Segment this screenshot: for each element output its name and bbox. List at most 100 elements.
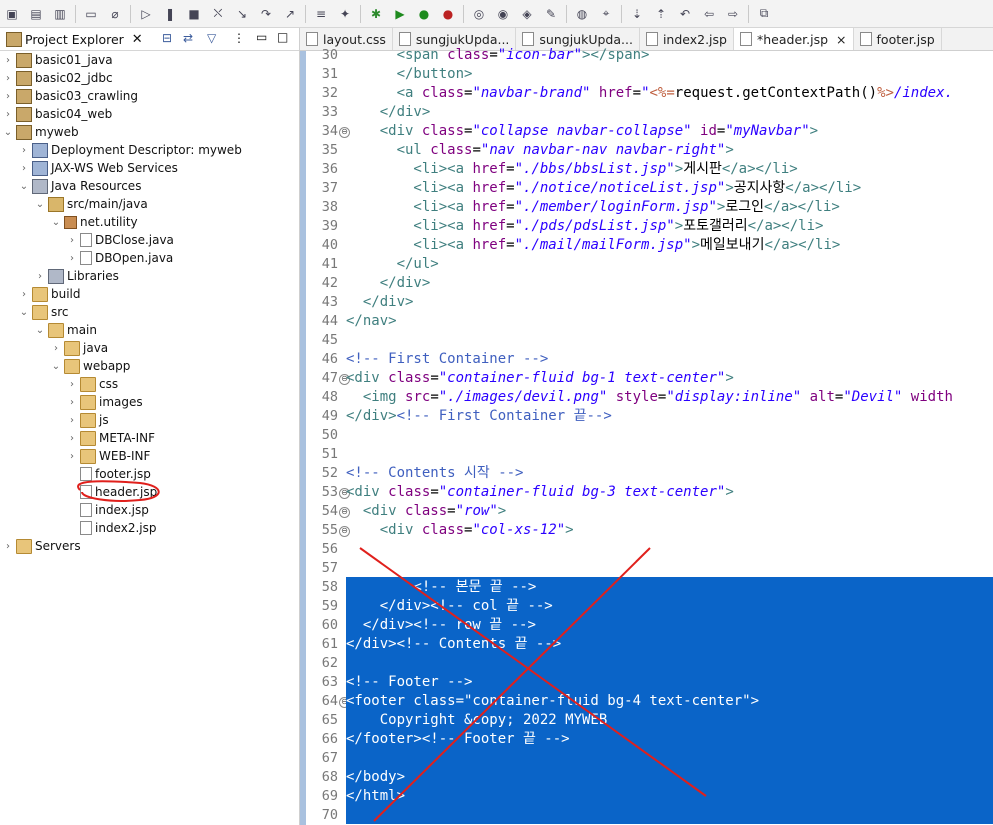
tree-item[interactable]: › java bbox=[50, 339, 108, 357]
save-all-icon[interactable]: ▥ bbox=[52, 6, 68, 22]
line-number: 65 bbox=[321, 712, 338, 728]
separator bbox=[621, 4, 622, 23]
expand-toggle-icon[interactable]: ⌄ bbox=[50, 217, 62, 228]
debug-icon[interactable]: ✱ bbox=[368, 6, 384, 22]
line-number: 31 bbox=[321, 66, 338, 82]
expand-toggle-icon[interactable]: › bbox=[66, 433, 78, 444]
tree-item[interactable]: › css bbox=[66, 375, 118, 393]
tab-project-explorer[interactable]: Project Explorer ✕ bbox=[0, 28, 147, 50]
maximize-icon[interactable]: □ bbox=[277, 30, 288, 44]
tree-item[interactable]: ⌄ src/main/java bbox=[34, 195, 148, 213]
expand-toggle-icon[interactable]: › bbox=[18, 145, 30, 156]
tree-item[interactable]: › js bbox=[66, 411, 109, 429]
step-into-icon[interactable]: ↘ bbox=[234, 6, 250, 22]
use-step-filters-icon[interactable]: ≡ bbox=[313, 6, 329, 22]
expand-toggle-icon[interactable]: › bbox=[50, 343, 62, 354]
run-last-icon[interactable]: ● bbox=[416, 6, 432, 22]
tree-item[interactable]: › images bbox=[66, 393, 143, 411]
expand-toggle-icon[interactable]: › bbox=[66, 415, 78, 426]
tree-item[interactable]: › JAX-WS Web Services bbox=[18, 159, 178, 177]
code-text-area[interactable]: <span class="icon-bar"></span> </button>… bbox=[346, 47, 993, 825]
skip-breakpoints-icon[interactable]: ⌀ bbox=[107, 6, 123, 22]
tree-item[interactable]: › DBOpen.java bbox=[66, 249, 173, 267]
tree-item[interactable]: ⌄ net.utility bbox=[50, 213, 138, 231]
tree-item[interactable]: › Libraries bbox=[34, 267, 119, 285]
expand-toggle-icon[interactable]: ⌄ bbox=[18, 307, 30, 318]
close-icon[interactable]: ✕ bbox=[132, 32, 143, 47]
tree-item[interactable]: header.jsp bbox=[66, 483, 157, 501]
tree-item[interactable]: › basic04_web bbox=[2, 105, 112, 123]
editor-tab[interactable]: index2.jsp bbox=[640, 28, 734, 50]
expand-toggle-icon[interactable]: › bbox=[2, 91, 14, 102]
back-icon[interactable]: ⇦ bbox=[701, 6, 717, 22]
expand-toggle-icon[interactable]: › bbox=[66, 253, 78, 264]
open-perspective-icon[interactable]: ⧉ bbox=[756, 6, 772, 22]
expand-toggle-icon[interactable]: ⌄ bbox=[50, 361, 62, 372]
wizard-icon[interactable]: ✦ bbox=[337, 6, 353, 22]
tree-item[interactable]: ⌄ src bbox=[18, 303, 69, 321]
expand-toggle-icon[interactable]: › bbox=[34, 271, 46, 282]
minimize-icon[interactable]: ▭ bbox=[256, 30, 267, 44]
expand-toggle-icon[interactable]: › bbox=[2, 73, 14, 84]
disconnect-icon[interactable]: ⛌ bbox=[210, 6, 226, 22]
tree-item[interactable]: › build bbox=[18, 285, 81, 303]
expand-toggle-icon[interactable]: › bbox=[66, 451, 78, 462]
last-edit-location-icon[interactable]: ↶ bbox=[677, 6, 693, 22]
new-icon[interactable]: ▣ bbox=[4, 6, 20, 22]
step-return-icon[interactable]: ↗ bbox=[282, 6, 298, 22]
expand-toggle-icon[interactable]: › bbox=[18, 163, 30, 174]
collapse-all-icon[interactable]: ⊟ bbox=[162, 31, 172, 45]
next-annotation-icon[interactable]: ⇣ bbox=[629, 6, 645, 22]
line-number: 47 bbox=[321, 370, 338, 386]
tree-item[interactable]: › WEB-INF bbox=[66, 447, 150, 465]
expand-toggle-icon[interactable]: › bbox=[66, 397, 78, 408]
tree-item[interactable]: › basic03_crawling bbox=[2, 87, 138, 105]
open-type-icon[interactable]: ◈ bbox=[519, 6, 535, 22]
save-icon[interactable]: ▤ bbox=[28, 6, 44, 22]
tree-item[interactable]: › DBClose.java bbox=[66, 231, 174, 249]
filter-icon[interactable]: ▽ bbox=[207, 31, 216, 45]
console-icon[interactable]: ▭ bbox=[83, 6, 99, 22]
editor-tab[interactable]: *header.jsp × bbox=[733, 28, 854, 50]
resume-icon[interactable]: ▷ bbox=[138, 6, 154, 22]
expand-toggle-icon[interactable]: › bbox=[2, 541, 14, 552]
open-task-icon[interactable]: ✎ bbox=[543, 6, 559, 22]
expand-toggle-icon[interactable]: ⌄ bbox=[34, 199, 46, 210]
forward-icon[interactable]: ⇨ bbox=[725, 6, 741, 22]
expand-toggle-icon[interactable]: › bbox=[66, 235, 78, 246]
view-menu-icon[interactable]: ⋮ bbox=[233, 31, 245, 45]
tree-item[interactable]: › META-INF bbox=[66, 429, 155, 447]
new-server-icon[interactable]: ◎ bbox=[471, 6, 487, 22]
tree-item[interactable]: › Servers bbox=[2, 537, 81, 555]
globe-icon[interactable]: ◍ bbox=[574, 6, 590, 22]
tree-item[interactable]: › basic01_java bbox=[2, 51, 113, 69]
tree-item[interactable]: › basic02_jdbc bbox=[2, 69, 113, 87]
expand-toggle-icon[interactable]: ⌄ bbox=[34, 325, 46, 336]
pin-editor-icon[interactable]: ⌖ bbox=[598, 6, 614, 22]
expand-toggle-icon[interactable]: › bbox=[2, 109, 14, 120]
tree-item[interactable]: › Deployment Descriptor: myweb bbox=[18, 141, 242, 159]
tree-item[interactable]: ⌄ Java Resources bbox=[18, 177, 141, 195]
run-icon[interactable]: ▶ bbox=[392, 6, 408, 22]
tree-item[interactable]: ⌄ webapp bbox=[50, 357, 130, 375]
suspend-icon[interactable]: ❚ bbox=[162, 6, 178, 22]
tree-item[interactable]: index.jsp bbox=[66, 501, 149, 519]
terminate-icon[interactable]: ■ bbox=[186, 6, 202, 22]
expand-toggle-icon[interactable]: ⌄ bbox=[2, 127, 14, 138]
tree-item[interactable]: footer.jsp bbox=[66, 465, 151, 483]
link-with-editor-icon[interactable]: ⇄ bbox=[183, 31, 193, 45]
external-tools-icon[interactable]: ● bbox=[440, 6, 456, 22]
tree-item[interactable]: index2.jsp bbox=[66, 519, 156, 537]
tree-item[interactable]: ⌄ myweb bbox=[2, 123, 79, 141]
editor-tab[interactable]: footer.jsp bbox=[854, 28, 942, 50]
tree-item[interactable]: ⌄ main bbox=[34, 321, 97, 339]
step-over-icon[interactable]: ↷ bbox=[258, 6, 274, 22]
close-tab-icon[interactable]: × bbox=[836, 32, 846, 47]
expand-toggle-icon[interactable]: › bbox=[66, 379, 78, 390]
expand-toggle-icon[interactable]: › bbox=[2, 55, 14, 66]
web-service-icon[interactable]: ◉ bbox=[495, 6, 511, 22]
expand-toggle-icon[interactable]: ⌄ bbox=[18, 181, 30, 192]
previous-annotation-icon[interactable]: ⇡ bbox=[653, 6, 669, 22]
expand-toggle-icon[interactable]: › bbox=[18, 289, 30, 300]
code-token: "./mail/mailForm.jsp" bbox=[514, 237, 692, 253]
